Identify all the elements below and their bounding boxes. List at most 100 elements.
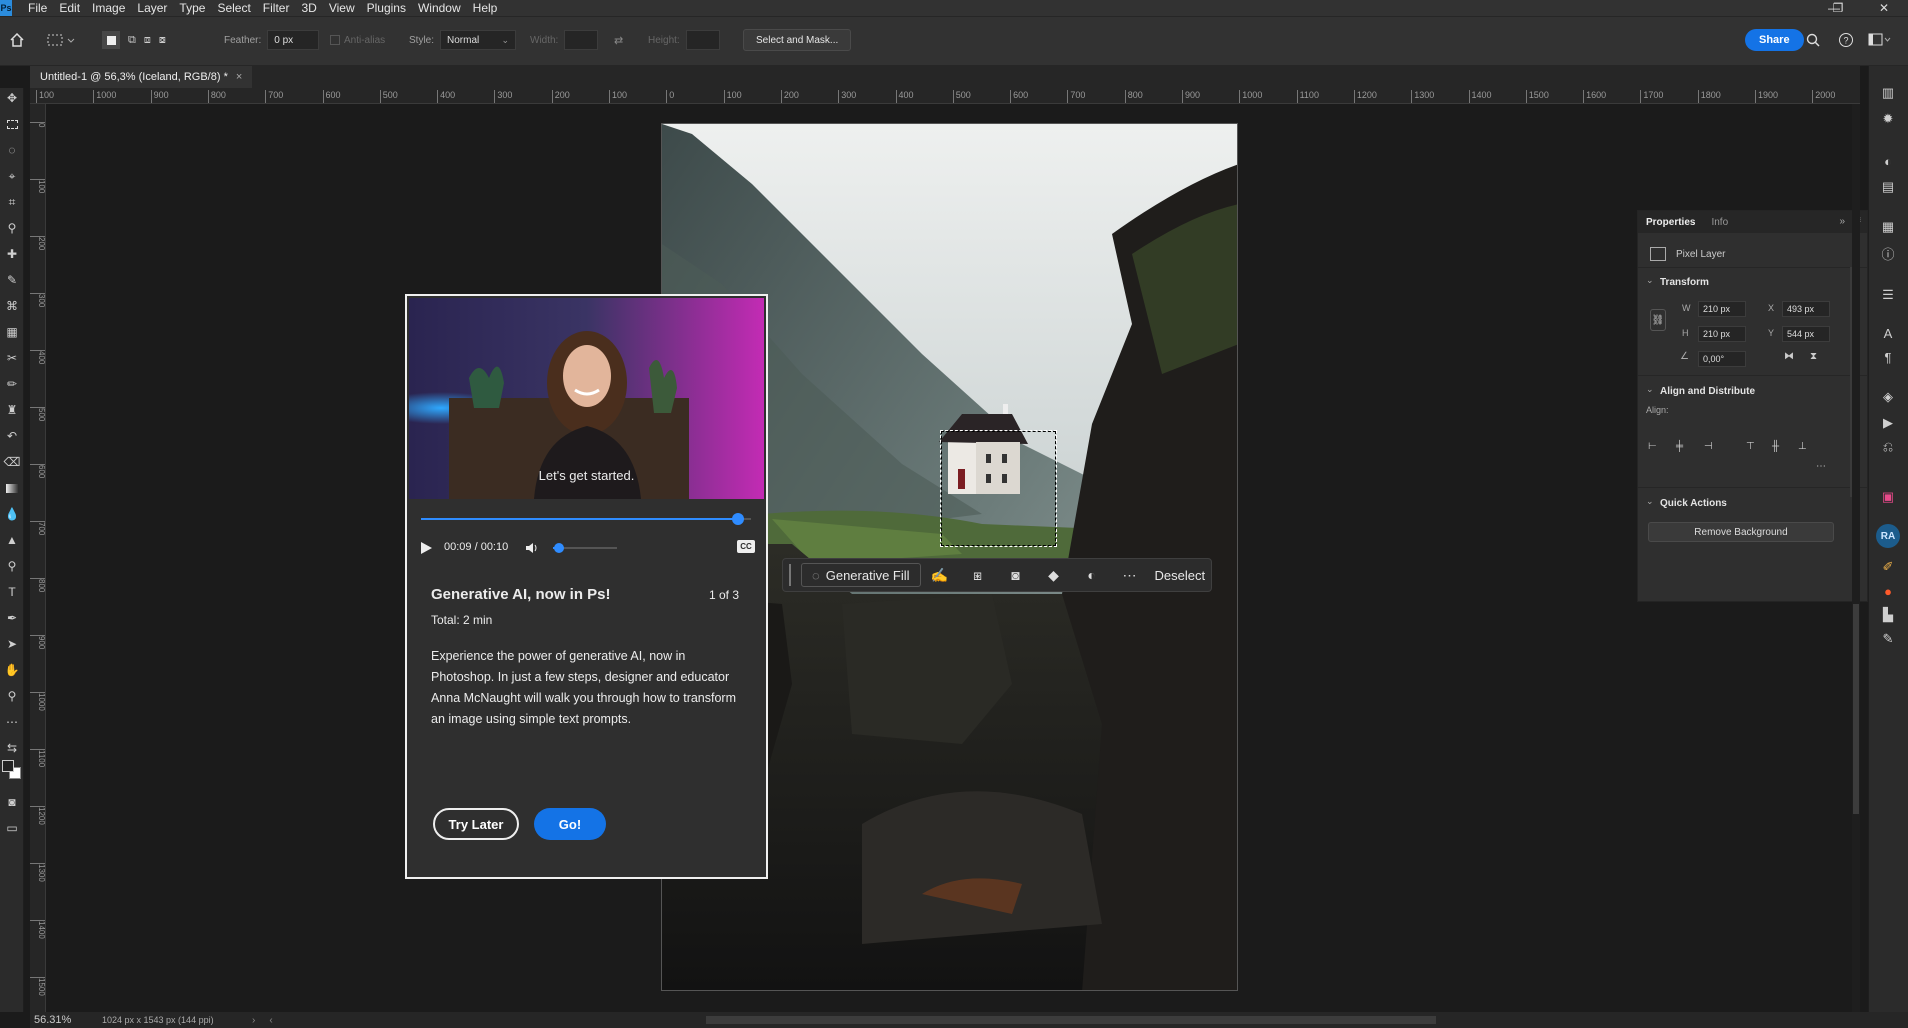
- more-align-icon[interactable]: ⋯: [1816, 461, 1826, 472]
- more-options-icon[interactable]: ⋯: [1111, 567, 1149, 584]
- menu-layer[interactable]: Layer: [131, 1, 173, 15]
- y-field[interactable]: 544 px: [1782, 326, 1830, 342]
- align-center-h-icon[interactable]: ╪: [1676, 441, 1683, 452]
- screen-mode-icon[interactable]: ▭: [2, 818, 22, 838]
- menu-3d[interactable]: 3D: [295, 1, 322, 15]
- selection-marquee[interactable]: [940, 430, 1057, 547]
- blur-tool-icon[interactable]: 💧: [2, 504, 22, 524]
- remove-background-button[interactable]: Remove Background: [1648, 522, 1834, 542]
- align-left-icon[interactable]: ⊢: [1648, 441, 1657, 452]
- menu-image[interactable]: Image: [86, 1, 131, 15]
- workspace-icon[interactable]: [1868, 29, 1892, 51]
- eyedropper-icon[interactable]: ⚲: [2, 218, 22, 238]
- layers-icon[interactable]: ◈: [1877, 386, 1899, 408]
- scroll-left-icon[interactable]: ‹: [269, 1015, 272, 1026]
- chevron-down-icon[interactable]: ⌄: [1646, 275, 1654, 286]
- menu-type[interactable]: Type: [173, 1, 211, 15]
- tab-info[interactable]: Info: [1711, 217, 1728, 228]
- dodge-tool-icon[interactable]: ⚲: [2, 556, 22, 576]
- link-icon[interactable]: ⛓: [1650, 309, 1666, 331]
- move-tool-icon[interactable]: ✥: [2, 88, 22, 108]
- share-button[interactable]: Share: [1745, 29, 1804, 51]
- video-progress-thumb[interactable]: [731, 513, 744, 525]
- volume-icon[interactable]: [525, 541, 539, 560]
- collapse-panel-icon[interactable]: »: [1839, 216, 1845, 227]
- flip-horizontal-icon[interactable]: ⧓: [1784, 351, 1794, 362]
- deselect-button[interactable]: Deselect: [1155, 568, 1206, 583]
- flip-vertical-icon[interactable]: ⧗: [1810, 351, 1817, 362]
- history-brush-icon[interactable]: ↶: [2, 426, 22, 446]
- paragraph-styles-icon[interactable]: ☰: [1877, 284, 1899, 306]
- video-progress-track[interactable]: [421, 513, 751, 525]
- lock-icon[interactable]: ▙: [1877, 604, 1899, 626]
- horizontal-scroll-thumb[interactable]: [706, 1016, 1436, 1024]
- menu-select[interactable]: Select: [211, 1, 256, 15]
- plugin-icon[interactable]: ▣: [1877, 486, 1899, 508]
- select-and-mask-button[interactable]: Select and Mask...: [743, 29, 852, 51]
- more-tools-icon[interactable]: ⋯: [2, 712, 22, 732]
- type-tool-icon[interactable]: T: [2, 582, 22, 602]
- menu-filter[interactable]: Filter: [257, 1, 296, 15]
- play-icon[interactable]: [419, 541, 433, 560]
- paths-icon[interactable]: ⎌: [1877, 436, 1899, 458]
- gradient-tool-icon[interactable]: [2, 478, 22, 498]
- drag-handle[interactable]: [789, 564, 793, 586]
- eraser-tool-icon[interactable]: ⌫: [2, 452, 22, 472]
- height-field[interactable]: 210 px: [1698, 326, 1746, 342]
- height-input[interactable]: [685, 30, 720, 50]
- actions-icon[interactable]: ▶: [1877, 412, 1899, 434]
- volume-thumb[interactable]: [554, 543, 565, 553]
- rectangular-marquee-icon[interactable]: [2, 114, 22, 134]
- vertical-scroll-thumb[interactable]: [1853, 604, 1859, 814]
- object-selection-icon[interactable]: ⌖: [2, 166, 22, 186]
- menu-file[interactable]: File: [22, 1, 53, 15]
- edit-plugin-icon[interactable]: ✎: [1877, 628, 1899, 650]
- angle-field[interactable]: 0,00°: [1698, 351, 1746, 367]
- brush-plugin-icon[interactable]: ✐: [1877, 556, 1899, 578]
- volume-slider[interactable]: [553, 543, 617, 553]
- chevron-down-icon[interactable]: ⌄: [1646, 384, 1654, 395]
- spot-healing-icon[interactable]: ✎: [2, 270, 22, 290]
- info-icon[interactable]: ⓘ: [1877, 242, 1899, 264]
- antialias-checkbox[interactable]: [330, 35, 340, 45]
- maximize-button[interactable]: ❐: [1816, 0, 1860, 16]
- paragraph-icon[interactable]: ¶: [1877, 346, 1899, 368]
- closed-captions-button[interactable]: CC: [737, 540, 755, 553]
- menu-help[interactable]: Help: [467, 1, 504, 15]
- clone-stamp-icon[interactable]: ♜: [2, 400, 22, 420]
- zoom-level[interactable]: 56.31%: [34, 1014, 90, 1026]
- properties-icon[interactable]: ▦: [1877, 216, 1899, 238]
- chevron-down-icon[interactable]: ⌄: [1646, 496, 1654, 507]
- antialias-control[interactable]: Anti-alias: [330, 29, 385, 51]
- pattern-stamp-icon[interactable]: ▦: [2, 322, 22, 342]
- navigator-icon[interactable]: ✹: [1877, 108, 1899, 130]
- fill-icon[interactable]: ◆: [1035, 567, 1073, 584]
- x-field[interactable]: 493 px: [1782, 301, 1830, 317]
- menu-window[interactable]: Window: [412, 1, 467, 15]
- go-button[interactable]: Go!: [534, 808, 606, 840]
- menu-edit[interactable]: Edit: [53, 1, 86, 15]
- crop-tool-icon[interactable]: ⌗: [2, 192, 22, 212]
- zoom-tool-icon[interactable]: ⚲: [2, 686, 22, 706]
- swap-colors-icon[interactable]: ⇆: [2, 738, 22, 758]
- close-tab-icon[interactable]: ×: [236, 71, 242, 83]
- try-later-button[interactable]: Try Later: [433, 808, 519, 840]
- align-bottom-icon[interactable]: ⊥: [1798, 441, 1807, 452]
- home-icon[interactable]: [6, 29, 28, 51]
- menu-view[interactable]: View: [323, 1, 361, 15]
- feather-input[interactable]: 0 px: [267, 30, 320, 50]
- align-middle-icon[interactable]: ╫: [1772, 441, 1779, 452]
- subtract-selection-icon[interactable]: ⧈: [144, 34, 151, 47]
- menu-plugins[interactable]: Plugins: [361, 1, 412, 15]
- adjustment-icon[interactable]: ◐: [1073, 567, 1111, 583]
- scissors-icon[interactable]: ✂: [2, 348, 22, 368]
- width-field[interactable]: 210 px: [1698, 301, 1746, 317]
- patch-tool-icon[interactable]: ⌘: [2, 296, 22, 316]
- libraries-icon[interactable]: ▤: [1877, 176, 1899, 198]
- mask-icon[interactable]: ◙: [997, 567, 1035, 583]
- pen-tool-icon[interactable]: ✒: [2, 608, 22, 628]
- align-top-icon[interactable]: ⊤: [1746, 441, 1755, 452]
- status-menu-chevron-icon[interactable]: ›: [252, 1015, 255, 1026]
- width-input[interactable]: [564, 30, 599, 50]
- intersect-selection-icon[interactable]: ⧇: [159, 34, 166, 47]
